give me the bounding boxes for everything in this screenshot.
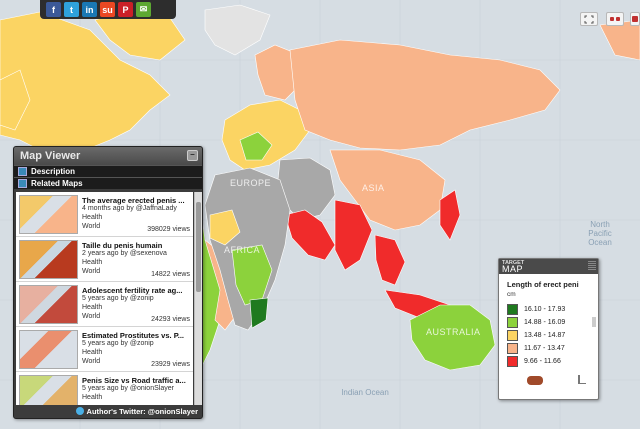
- item-title[interactable]: Adolescent fertility rate ag...: [82, 286, 190, 295]
- drag-handle-icon[interactable]: [588, 261, 596, 271]
- item-category: Health: [82, 304, 103, 311]
- map-thumbnail[interactable]: [19, 195, 78, 234]
- brand-button[interactable]: [630, 12, 640, 26]
- label-africa: AFRICA: [224, 245, 261, 255]
- legend-swatch: [507, 303, 518, 315]
- tab-related-label: Related Maps: [31, 179, 83, 188]
- label-asia: ASIA: [362, 183, 385, 193]
- item-region: World: [82, 358, 101, 365]
- glasses-icon: [610, 17, 620, 21]
- item-views: 14822 views: [151, 271, 190, 278]
- twitter-icon: [75, 407, 84, 415]
- item-views: 24293 views: [151, 316, 190, 323]
- legend-label: 11.67 - 13.47: [524, 344, 565, 352]
- item-category: Health: [82, 394, 103, 401]
- tab-related-maps[interactable]: Related Maps: [14, 177, 202, 189]
- legend-swatch: [507, 355, 518, 367]
- scroll-thumb[interactable]: [196, 202, 201, 292]
- item-category: Health: [82, 349, 103, 356]
- legend-row: 16.10 - 17.93: [507, 303, 565, 315]
- chart-icon[interactable]: [578, 375, 586, 384]
- fullscreen-icon: [584, 15, 594, 23]
- item-region: World: [82, 223, 101, 230]
- item-meta: 5 years ago by @zonip: [82, 295, 154, 302]
- item-category: Health: [82, 214, 103, 221]
- legend-label: 16.10 - 17.93: [524, 305, 566, 313]
- label-indian-ocean: Indian Ocean: [341, 388, 389, 397]
- item-region: World: [82, 268, 101, 275]
- author-footer[interactable]: Author's Twitter: @onionSlayer: [14, 405, 202, 418]
- email-icon[interactable]: ✉: [136, 2, 151, 17]
- map-thumbnail[interactable]: [19, 375, 78, 406]
- stumbleupon-icon[interactable]: su: [100, 2, 115, 17]
- item-category: Health: [82, 259, 103, 266]
- legend-brand: MAP: [502, 264, 524, 274]
- map-viewer-panel: Map Viewer – Description Related Maps Th…: [13, 146, 203, 419]
- related-maps-icon: [18, 179, 27, 188]
- description-icon: [18, 167, 27, 176]
- legend-row: 14.88 - 16.09: [507, 316, 565, 328]
- fullscreen-button[interactable]: [580, 12, 598, 26]
- map-thumbnail[interactable]: [19, 285, 78, 324]
- item-title[interactable]: The average erected penis ...: [82, 196, 190, 205]
- legend-label: 9.66 - 11.66: [524, 357, 561, 365]
- brand-logo-icon[interactable]: [527, 376, 543, 385]
- list-item[interactable]: The average erected penis ... 4 months a…: [16, 192, 193, 237]
- legend-row: 9.66 - 11.66: [507, 355, 561, 367]
- item-title[interactable]: Penis Size vs Road traffic a...: [82, 376, 190, 385]
- item-meta: 2 years ago by @sexenova: [82, 250, 167, 257]
- tab-description-label: Description: [31, 167, 76, 176]
- item-title[interactable]: Estimated Prostitutes vs. P...: [82, 331, 190, 340]
- glasses-button[interactable]: [606, 12, 624, 26]
- label-australia: AUSTRALIA: [426, 327, 481, 337]
- list-item[interactable]: Adolescent fertility rate ag... 5 years …: [16, 282, 193, 327]
- legend-scrollbar[interactable]: [592, 317, 596, 327]
- map-thumbnail[interactable]: [19, 330, 78, 369]
- map-legend[interactable]: TARGET MAP Length of erect peni cm 16.10…: [498, 258, 599, 400]
- related-maps-list: The average erected penis ... 4 months a…: [16, 192, 193, 406]
- viewer-title-text: Map Viewer: [20, 150, 81, 162]
- tab-description[interactable]: Description: [14, 165, 202, 177]
- item-meta: 4 months ago by @JaffnaLady: [82, 205, 177, 212]
- legend-swatch: [507, 342, 518, 354]
- list-item[interactable]: Penis Size vs Road traffic a... 5 years …: [16, 372, 193, 406]
- collapse-button[interactable]: –: [187, 150, 198, 161]
- legend-label: 13.48 - 14.87: [524, 331, 566, 339]
- legend-row: 11.67 - 13.47: [507, 342, 565, 354]
- legend-swatch: [507, 329, 518, 341]
- legend-title: Length of erect peni: [507, 280, 579, 289]
- linkedin-icon[interactable]: in: [82, 2, 97, 17]
- legend-swatch: [507, 316, 518, 328]
- label-europe: EUROPE: [230, 178, 272, 188]
- legend-unit: cm: [507, 291, 516, 298]
- share-bar: f t in su P ✉: [40, 0, 176, 19]
- list-item[interactable]: Estimated Prostitutes vs. P... 5 years a…: [16, 327, 193, 372]
- item-meta: 5 years ago by @onionSlayer: [82, 385, 174, 392]
- list-scrollbar[interactable]: [194, 192, 202, 406]
- item-title[interactable]: Taille du penis humain: [82, 241, 190, 250]
- item-views: 398029 views: [147, 226, 190, 233]
- brand-icon: [632, 16, 638, 22]
- map-thumbnail[interactable]: [19, 240, 78, 279]
- item-region: World: [82, 313, 101, 320]
- twitter-icon[interactable]: t: [64, 2, 79, 17]
- item-meta: 5 years ago by @zonip: [82, 340, 154, 347]
- pinterest-icon[interactable]: P: [118, 2, 133, 17]
- label-north-pacific: North Pacific Ocean: [588, 220, 612, 247]
- item-views: 23929 views: [151, 361, 190, 368]
- list-item[interactable]: Taille du penis humain 2 years ago by @s…: [16, 237, 193, 282]
- facebook-icon[interactable]: f: [46, 2, 61, 17]
- legend-header[interactable]: TARGET MAP: [499, 259, 598, 274]
- legend-label: 14.88 - 16.09: [524, 318, 566, 326]
- author-twitter-label: Author's Twitter: @onionSlayer: [86, 407, 198, 416]
- viewer-title: Map Viewer –: [14, 147, 202, 165]
- legend-row: 13.48 - 14.87: [507, 329, 565, 341]
